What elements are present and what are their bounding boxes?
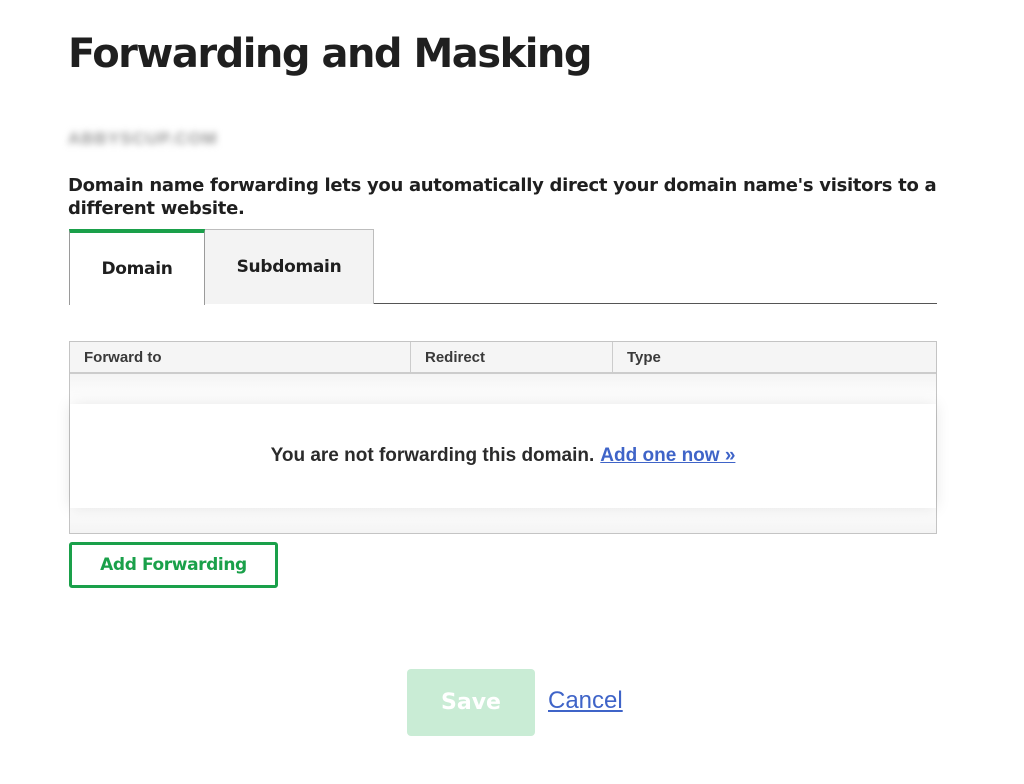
add-forwarding-button[interactable]: Add Forwarding: [69, 542, 278, 588]
forwarding-description: Domain name forwarding lets you automati…: [68, 175, 937, 219]
forwarding-table: Forward to Redirect Type You are not for…: [69, 341, 937, 534]
column-header-type: Type: [627, 348, 661, 366]
cancel-link[interactable]: Cancel: [548, 686, 623, 716]
forwarding-tabs: Domain Subdomain: [69, 229, 937, 305]
save-button[interactable]: Save: [407, 669, 535, 736]
column-header-forward-to: Forward to: [70, 342, 411, 372]
column-header-redirect: Redirect: [411, 342, 613, 372]
page-title: Forwarding and Masking: [68, 31, 593, 77]
table-body: You are not forwarding this domain. Add o…: [70, 374, 936, 533]
empty-state-message: You are not forwarding this domain. Add o…: [271, 445, 736, 467]
domain-name: ABBYSCUP.COM: [68, 129, 218, 148]
empty-state-text: You are not forwarding this domain.: [270, 445, 595, 466]
tab-domain[interactable]: Domain: [69, 229, 205, 305]
table-header: Forward to Redirect Type: [70, 342, 936, 374]
empty-state-row: You are not forwarding this domain. Add o…: [70, 404, 936, 508]
add-one-now-link[interactable]: Add one now »: [600, 445, 735, 466]
tab-subdomain[interactable]: Subdomain: [205, 229, 374, 304]
